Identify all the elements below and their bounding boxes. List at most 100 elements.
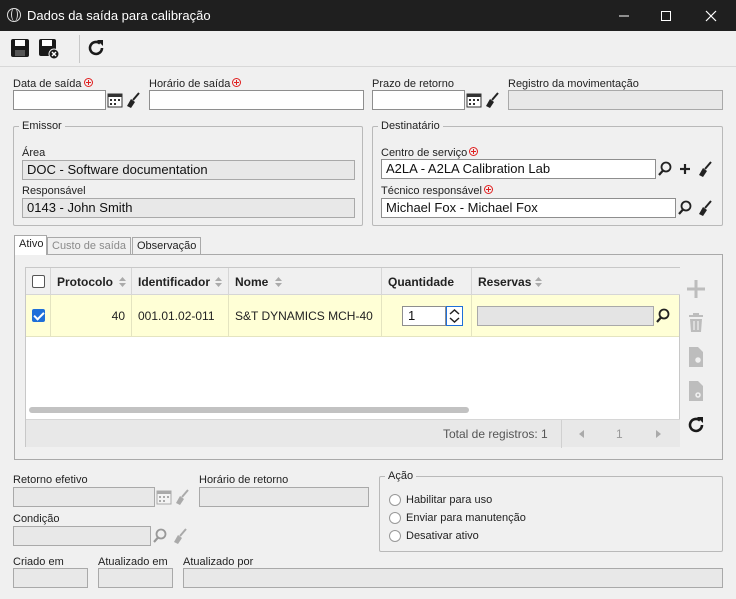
centro-servico-input[interactable]: A2LA - A2LA Calibration Lab	[381, 159, 656, 179]
toolbar-separator	[79, 35, 80, 63]
column-nome-label: Nome	[235, 275, 269, 289]
row-checkbox[interactable]	[32, 309, 45, 322]
maximize-button[interactable]	[645, 0, 687, 31]
refresh-icon	[88, 40, 104, 56]
column-header-protocolo[interactable]: Protocolo	[51, 268, 132, 295]
condicao-input	[13, 526, 151, 546]
broom-icon	[176, 489, 189, 505]
cell-protocolo: 40	[51, 295, 132, 337]
globe-icon	[7, 8, 21, 22]
tab-ativo[interactable]: Ativo	[14, 235, 47, 255]
sort-icon	[535, 277, 542, 287]
clear-condicao-button-disabled	[171, 526, 189, 546]
area-label: Área	[22, 147, 46, 159]
emissor-legend: Emissor	[19, 120, 65, 132]
calendar-button[interactable]	[106, 90, 124, 110]
total-records: Total de registros: 1	[443, 427, 548, 441]
calendar-icon	[156, 490, 172, 505]
reservas-input[interactable]	[477, 306, 654, 326]
radio-desativar-label[interactable]: Desativar ativo	[406, 530, 479, 542]
radio-desativar[interactable]	[389, 530, 401, 542]
clear-tecnico-button[interactable]	[696, 198, 714, 218]
horario-retorno-label: Horário de retorno	[199, 474, 289, 486]
cell-quantidade: 1	[382, 295, 472, 337]
tecnico-responsavel-label: Técnico responsável	[381, 185, 493, 197]
calendar-icon	[466, 93, 482, 108]
trash-icon	[689, 313, 703, 332]
atualizado-por-label: Atualizado por	[183, 556, 254, 568]
save-and-close-button[interactable]	[36, 36, 62, 62]
delete-asset-button[interactable]	[684, 311, 708, 335]
area-input: DOC - Software documentation	[22, 160, 355, 180]
page-number: 1	[616, 427, 623, 441]
horizontal-scrollbar[interactable]	[29, 407, 469, 413]
cell-reservas	[472, 295, 681, 337]
minimize-button[interactable]	[603, 0, 645, 31]
search-reservas-button[interactable]	[654, 306, 672, 326]
stepper-arrows-icon	[449, 308, 460, 324]
column-protocolo-label: Protocolo	[57, 275, 113, 289]
broom-icon	[699, 161, 712, 177]
window-title: Dados da saída para calibração	[27, 8, 211, 23]
title-bar: Dados da saída para calibração	[0, 0, 736, 31]
registro-movimentacao-label: Registro da movimentação	[508, 78, 639, 90]
search-icon	[658, 161, 672, 176]
document-settings-button[interactable]	[684, 379, 708, 403]
horario-saida-input[interactable]	[149, 90, 364, 110]
retorno-efetivo-input	[13, 487, 155, 507]
radio-habilitar-label[interactable]: Habilitar para uso	[406, 494, 492, 506]
search-icon	[153, 528, 167, 543]
data-saida-label: Data de saída	[13, 78, 93, 90]
tecnico-responsavel-input[interactable]: Michael Fox - Michael Fox	[381, 198, 676, 218]
document-search-icon	[689, 347, 703, 367]
save-button[interactable]	[8, 36, 34, 62]
next-page-button[interactable]	[650, 426, 666, 442]
calendar-button[interactable]	[465, 90, 483, 110]
required-icon	[469, 147, 479, 156]
responsavel-input: 0143 - John Smith	[22, 198, 355, 218]
destinatario-legend: Destinatário	[378, 120, 443, 132]
grid-side-toolbar	[680, 267, 712, 447]
data-saida-input[interactable]	[13, 90, 106, 110]
refresh-grid-button[interactable]	[684, 413, 708, 437]
broom-icon	[127, 92, 140, 108]
radio-enviar-manutencao-label[interactable]: Enviar para manutenção	[406, 512, 526, 524]
row-select-cell	[26, 295, 51, 337]
refresh-button[interactable]	[84, 36, 110, 62]
column-identificador-label: Identificador	[138, 275, 211, 289]
column-header-identificador[interactable]: Identificador	[132, 268, 229, 295]
clear-centro-button[interactable]	[696, 159, 714, 179]
quantity-input[interactable]: 1	[402, 306, 446, 326]
prev-page-button[interactable]	[574, 426, 590, 442]
view-document-button[interactable]	[684, 345, 708, 369]
clear-prazo-retorno-button[interactable]	[483, 90, 501, 110]
required-icon	[83, 78, 93, 87]
quantity-stepper[interactable]	[446, 306, 463, 326]
column-header-quantidade[interactable]: Quantidade	[382, 268, 472, 295]
radio-enviar-manutencao[interactable]	[389, 512, 401, 524]
column-header-reservas[interactable]: Reservas	[472, 268, 681, 295]
prazo-retorno-input[interactable]	[372, 90, 465, 110]
select-all-header	[26, 268, 51, 295]
refresh-icon	[688, 417, 704, 433]
radio-habilitar[interactable]	[389, 494, 401, 506]
clear-data-saida-button[interactable]	[124, 90, 142, 110]
add-asset-button[interactable]	[684, 277, 708, 301]
chevron-right-icon	[656, 430, 661, 438]
centro-servico-label: Centro de serviço	[381, 147, 479, 159]
horario-retorno-input	[199, 487, 369, 507]
close-button[interactable]	[690, 0, 732, 31]
plus-icon	[680, 164, 690, 174]
select-all-checkbox[interactable]	[32, 275, 45, 288]
add-centro-button[interactable]	[676, 159, 694, 179]
column-header-nome[interactable]: Nome	[229, 268, 382, 295]
cell-nome: S&T DYNAMICS MCH-40	[229, 295, 382, 337]
search-tecnico-button[interactable]	[676, 198, 694, 218]
criado-em-input	[13, 568, 88, 588]
maximize-icon	[661, 11, 671, 21]
search-centro-button[interactable]	[656, 159, 674, 179]
floppy-disk-icon	[11, 39, 29, 57]
search-icon	[678, 200, 692, 215]
sort-icon	[119, 277, 126, 287]
cell-identificador: 001.01.02-011	[132, 295, 229, 337]
